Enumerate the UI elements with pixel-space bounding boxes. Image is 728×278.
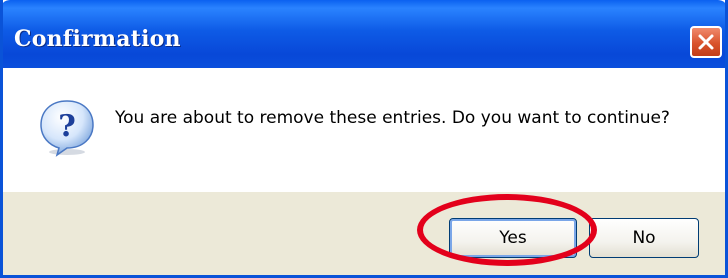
svg-text:?: ? [58,109,76,144]
confirmation-message: You are about to remove these entries. D… [115,108,670,128]
question-icon: ? [40,100,94,157]
confirmation-dialog: Confirmation ? You are about to remove t… [0,0,728,278]
button-bar: Yes No [3,192,725,275]
close-icon [698,34,714,50]
close-button[interactable] [690,26,722,58]
dialog-content: ? You are about to remove these entries.… [3,68,725,192]
dialog-title: Confirmation [14,26,181,52]
yes-button[interactable]: Yes [449,218,577,258]
no-button[interactable]: No [589,218,699,258]
title-bar: Confirmation [3,0,725,68]
